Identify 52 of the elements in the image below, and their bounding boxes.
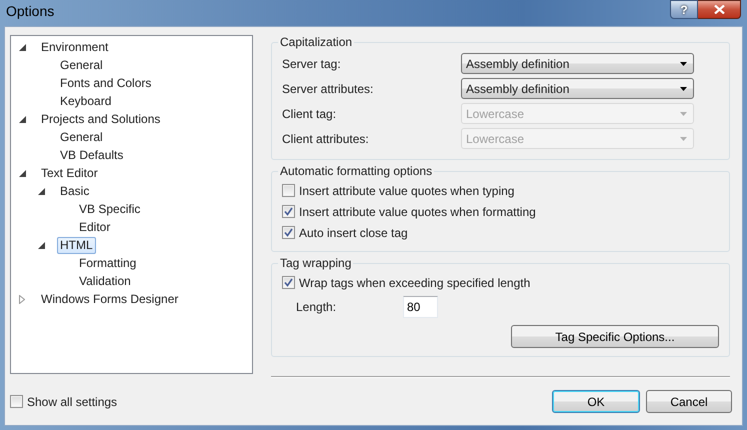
tree-item[interactable]: VB Specific [76, 200, 144, 218]
tree-item[interactable]: Keyboard [57, 92, 114, 110]
dropdown-arrow-icon [680, 136, 687, 140]
field-label: Client tag: [282, 106, 338, 120]
checkbox-label: Insert attribute value quotes when typing [299, 184, 514, 198]
collapse-icon[interactable] [38, 188, 45, 194]
field-label: Server attributes: [282, 82, 374, 96]
dropdown-arrow-icon [680, 112, 687, 116]
checkbox[interactable] [10, 395, 23, 408]
tree-item[interactable]: Projects and Solutions [38, 110, 164, 128]
tree-item[interactable]: Validation [76, 272, 134, 290]
collapse-icon[interactable] [19, 170, 26, 176]
length-field[interactable]: 80 [403, 296, 438, 318]
tree-item[interactable]: Text Editor [38, 164, 101, 182]
tree-item[interactable]: Environment [38, 38, 112, 56]
dropdown[interactable]: Assembly definition [461, 53, 694, 74]
close-button[interactable] [698, 0, 741, 19]
expand-icon[interactable] [19, 294, 25, 304]
group-title: Capitalization [279, 35, 354, 49]
tree-item[interactable]: General [57, 128, 106, 146]
dropdown-arrow-icon [680, 62, 687, 66]
close-icon [714, 5, 724, 14]
checkbox-label: Auto insert close tag [299, 226, 408, 240]
field-label: Client attributes: [282, 132, 370, 146]
tree-item[interactable]: Editor [76, 218, 114, 236]
checkbox-label: Insert attribute value quotes when formatting [299, 204, 536, 218]
tag-options-button[interactable]: Tag Specific Options... [511, 325, 719, 348]
tree-item[interactable]: General [57, 56, 106, 74]
dropdown[interactable]: Assembly definition [461, 78, 694, 99]
dropdown-arrow-icon [680, 86, 687, 90]
collapse-icon[interactable] [19, 116, 26, 122]
checkbox-label: Wrap tags when exceeding specified length [299, 276, 530, 290]
checkbox[interactable] [282, 184, 295, 197]
checkbox[interactable] [282, 276, 295, 289]
tree-item[interactable]: HTML [57, 236, 96, 254]
field-label: Length: [296, 300, 338, 314]
dialog-button[interactable]: Cancel [646, 390, 732, 413]
tree-item[interactable]: Fonts and Colors [57, 74, 154, 92]
collapse-icon[interactable] [19, 44, 26, 50]
tree-item[interactable]: Windows Forms Designer [38, 290, 182, 308]
tree-item[interactable]: VB Defaults [57, 146, 126, 164]
checkbox[interactable] [282, 205, 295, 218]
dialog-button[interactable]: OK [552, 390, 640, 413]
tree-item[interactable]: Basic [57, 182, 92, 200]
group-title: Automatic formatting options [279, 164, 434, 178]
collapse-icon[interactable] [38, 242, 45, 248]
field-label: Server tag: [282, 56, 342, 70]
checkbox-label: Show all settings [27, 394, 118, 408]
checkbox[interactable] [282, 226, 295, 239]
window-title: Options [6, 3, 54, 19]
group-title: Tag wrapping [279, 256, 352, 270]
tree-item[interactable]: Formatting [76, 254, 140, 272]
